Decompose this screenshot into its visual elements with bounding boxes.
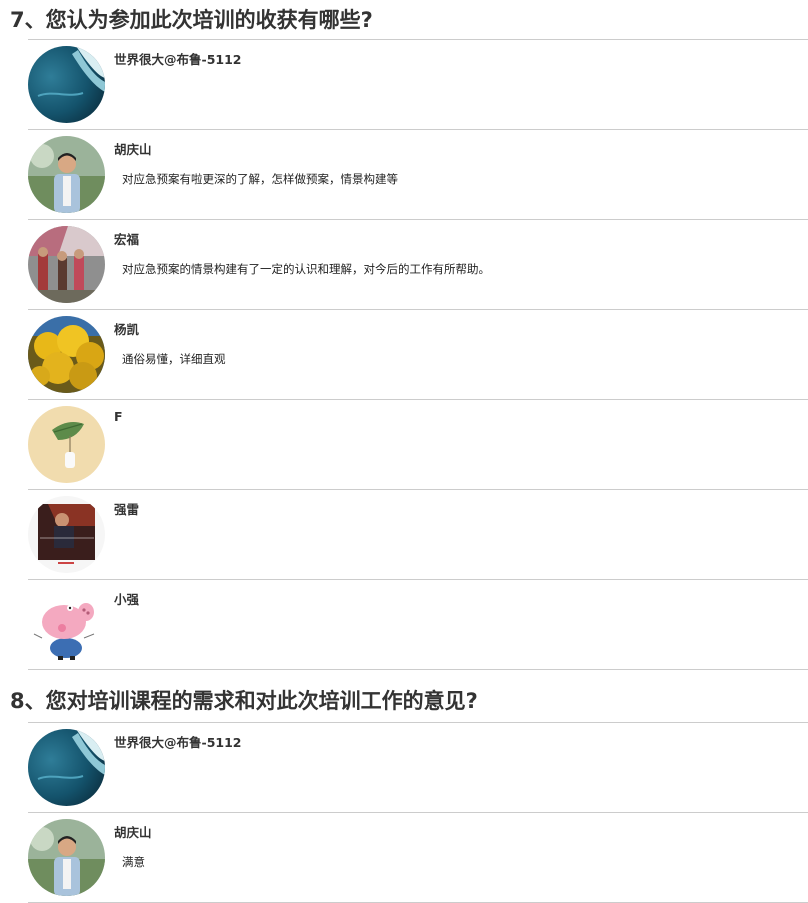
respondent-name: 胡庆山 (114, 142, 152, 158)
respondent-name: F (114, 409, 123, 425)
answer-row: 杨凯 通俗易懂，详细直观 (28, 310, 808, 401)
question-7-answers: 世界很大@布鲁-5112 胡庆山 对应急预案有啦更深的了解，怎样做预案，情景构建… (28, 39, 808, 671)
answer-text: 通俗易懂，详细直观 (122, 352, 226, 367)
man-in-suit-avatar[interactable] (28, 819, 105, 897)
man-in-suit-avatar[interactable] (28, 136, 105, 214)
question-7-title: 7、您认为参加此次培训的收获有哪些? (10, 8, 373, 32)
answer-row: 胡庆山 对应急预案有啦更深的了解，怎样做预案，情景构建等 (28, 130, 808, 221)
answer-text: 对应急预案有啦更深的了解，怎样做预案，情景构建等 (122, 172, 398, 187)
respondent-name: 胡庆山 (114, 825, 152, 841)
respondent-name: 宏福 (114, 232, 140, 248)
answer-row: F (28, 400, 808, 491)
answer-row: 强雷 (28, 490, 808, 581)
question-7-section: 7、您认为参加此次培训的收获有哪些? 世界很大@布鲁-5112 胡庆山 对应急预… (0, 0, 808, 671)
answer-row: 胡庆山 满意 (28, 813, 808, 903)
answer-row: 世界很大@布鲁-5112 (28, 723, 808, 814)
respondent-name: 世界很大@布鲁-5112 (114, 52, 242, 68)
question-8-title: 8、您对培训课程的需求和对此次培训工作的意见? (10, 689, 478, 713)
respondent-name: 小强 (114, 592, 140, 608)
yellow-flowers-avatar[interactable] (28, 316, 105, 394)
hello-poster-avatar[interactable] (28, 496, 105, 574)
answer-row: 宏福 对应急预案的情景构建有了一定的认识和理解，对今后的工作有所帮助。 (28, 220, 808, 311)
respondent-name: 强雷 (114, 502, 140, 518)
question-8-answers: 世界很大@布鲁-5112 胡庆山 满意 (28, 722, 808, 903)
group-photo-avatar[interactable] (28, 226, 105, 304)
leaf-vase-avatar[interactable] (28, 406, 105, 484)
respondent-name: 杨凯 (114, 322, 140, 338)
question-8-section: 8、您对培训课程的需求和对此次培训工作的意见? 世界很大@布鲁-5112 胡庆山… (0, 681, 808, 903)
answer-row: 世界很大@布鲁-5112 (28, 40, 808, 131)
cartoon-pig-avatar[interactable] (28, 586, 105, 664)
answer-text: 对应急预案的情景构建有了一定的认识和理解，对今后的工作有所帮助。 (122, 262, 490, 277)
answer-text: 满意 (122, 855, 145, 870)
respondent-name: 世界很大@布鲁-5112 (114, 735, 242, 751)
answer-row: 小强 (28, 580, 808, 671)
ocean-wave-avatar[interactable] (28, 729, 105, 807)
ocean-wave-avatar[interactable] (28, 46, 105, 124)
